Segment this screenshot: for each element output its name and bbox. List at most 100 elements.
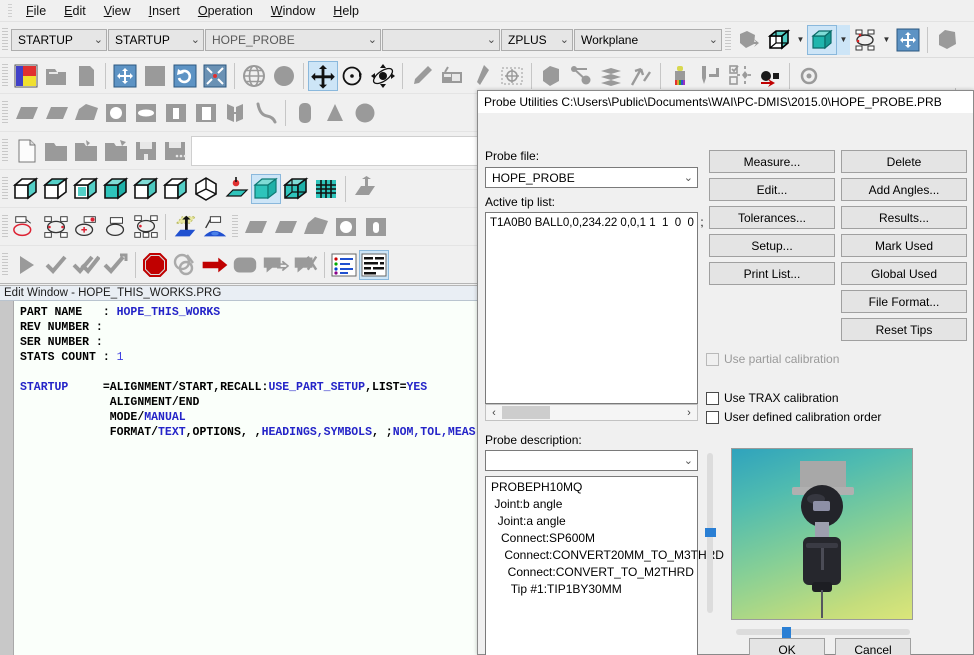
- polygon-shape-icon[interactable]: [932, 25, 962, 55]
- toolbar-grip-4[interactable]: [2, 176, 8, 201]
- save-all-icon[interactable]: [161, 136, 191, 166]
- refresh-view-icon[interactable]: [170, 61, 200, 91]
- new-file-icon[interactable]: [11, 136, 41, 166]
- alignment2-combo[interactable]: STARTUP ⌄: [108, 28, 204, 51]
- curve-feature-icon[interactable]: [251, 98, 281, 128]
- file-format-button[interactable]: File Format...: [841, 290, 967, 313]
- blank-page-icon[interactable]: [71, 61, 101, 91]
- wireframe-cube-dropdown[interactable]: ▼: [794, 25, 807, 55]
- shape-parallelogram-a-icon[interactable]: [241, 212, 271, 242]
- square-view-icon[interactable]: [140, 61, 170, 91]
- command-list-icon[interactable]: [329, 250, 359, 280]
- rotate-tool-icon[interactable]: [338, 61, 368, 91]
- feature-points-icon[interactable]: [850, 25, 880, 55]
- rounded-rect-icon[interactable]: [230, 250, 260, 280]
- mark-used-button[interactable]: Mark Used: [841, 234, 967, 257]
- target-box-icon[interactable]: [497, 61, 527, 91]
- checkbox-box[interactable]: [706, 410, 719, 424]
- check-double-icon[interactable]: [71, 250, 101, 280]
- comment-out-icon[interactable]: [260, 250, 290, 280]
- run-program-icon[interactable]: [11, 250, 41, 280]
- save-as-icon[interactable]: [71, 136, 101, 166]
- point-square-icon[interactable]: [755, 61, 785, 91]
- probe-description-dropdown[interactable]: ⌄: [485, 450, 698, 471]
- rotate-horizontal-thumb[interactable]: [782, 627, 791, 638]
- active-tip-list[interactable]: T1A0B0 BALL0,0,234.22 0,0,1 1 1 0 0 ;: [485, 212, 704, 404]
- ok-button[interactable]: OK: [749, 638, 825, 655]
- sphere-icon[interactable]: [269, 61, 299, 91]
- toolbar-grip-2[interactable]: [2, 100, 8, 125]
- probe-3d-preview[interactable]: [731, 448, 913, 620]
- hscroll-thumb[interactable]: [502, 406, 550, 419]
- zoom-to-fit-icon[interactable]: [200, 61, 230, 91]
- probe-file-dropdown[interactable]: HOPE_PROBE ⌄: [485, 167, 698, 188]
- edit-window-report-icon[interactable]: [359, 249, 389, 280]
- active-tip-list-item[interactable]: T1A0B0 BALL0,0,234.22 0,0,1 1 1 0 0 ;: [486, 213, 704, 233]
- toolbar-grip-1[interactable]: [2, 63, 8, 88]
- plane-vector-blue-icon[interactable]: [170, 212, 200, 242]
- global-used-button[interactable]: Global Used: [841, 262, 967, 285]
- reset-tips-button[interactable]: Reset Tips: [841, 318, 967, 341]
- toolbar-grip-5[interactable]: [2, 214, 8, 239]
- shape-circle-plate-icon[interactable]: [331, 212, 361, 242]
- ellipse-plus-icon[interactable]: [71, 212, 101, 242]
- zoom-vertical-thumb[interactable]: [705, 528, 716, 537]
- wireframe-cube-icon[interactable]: [764, 25, 794, 55]
- rotate-horizontal-slider[interactable]: [736, 629, 910, 635]
- toolbar-grip-5b[interactable]: [232, 214, 238, 239]
- probe-description-list[interactable]: PROBEPH10MQ Joint:b angle Joint:a angle …: [485, 476, 724, 655]
- parallelogram-feature-icon[interactable]: [41, 98, 71, 128]
- open-program-icon[interactable]: [41, 61, 71, 91]
- caliper-icon[interactable]: [695, 61, 725, 91]
- shape-slot-plate-icon[interactable]: [361, 212, 391, 242]
- view-iso2-icon[interactable]: [41, 174, 71, 204]
- workplane-combo[interactable]: Workplane ⌄: [574, 28, 722, 51]
- view-top-icon[interactable]: [131, 174, 161, 204]
- tolerances-button[interactable]: Tolerances...: [709, 206, 835, 229]
- plane-probe-blue-icon[interactable]: [200, 212, 230, 242]
- menu-window[interactable]: Window: [262, 2, 324, 20]
- circle-in-plane-icon[interactable]: [101, 98, 131, 128]
- view-shaded-solid-icon[interactable]: [251, 173, 281, 204]
- view-wireframe-icon[interactable]: [161, 174, 191, 204]
- check-single-icon[interactable]: [41, 250, 71, 280]
- edit-button[interactable]: Edit...: [709, 178, 835, 201]
- user-defined-calibration-order-checkbox[interactable]: User defined calibration order: [706, 410, 881, 424]
- axis-combo[interactable]: ZPLUS ⌄: [501, 28, 573, 51]
- measure-button[interactable]: Measure...: [709, 150, 835, 173]
- print-list-button[interactable]: Print List...: [709, 262, 835, 285]
- slot-vertical-icon[interactable]: [161, 98, 191, 128]
- add-angles-button[interactable]: Add Angles...: [841, 178, 967, 201]
- toolbar-grip-6[interactable]: [2, 252, 8, 277]
- layers-icon[interactable]: [596, 61, 626, 91]
- delete-button[interactable]: Delete: [841, 150, 967, 173]
- solid-cube-icon[interactable]: [807, 24, 837, 55]
- view-iso3-icon[interactable]: [71, 174, 101, 204]
- view-solid-front-icon[interactable]: [101, 174, 131, 204]
- pan-tool-icon[interactable]: [308, 60, 338, 91]
- menu-insert[interactable]: Insert: [140, 2, 189, 20]
- cylinder-feature-icon[interactable]: [290, 98, 320, 128]
- extrude-up-icon[interactable]: [350, 174, 380, 204]
- new-program-icon[interactable]: [11, 61, 41, 91]
- bent-surface-icon[interactable]: [221, 98, 251, 128]
- scroll-left-icon[interactable]: ‹: [486, 407, 502, 419]
- ellipse-in-plane-icon[interactable]: [131, 98, 161, 128]
- cancel-button[interactable]: Cancel: [835, 638, 911, 655]
- move-view-icon[interactable]: [110, 61, 140, 91]
- save-icon[interactable]: [131, 136, 161, 166]
- mesh-grid-icon[interactable]: [311, 174, 341, 204]
- solid-polygon-icon[interactable]: [536, 61, 566, 91]
- sphere-feature-icon[interactable]: [350, 98, 380, 128]
- alignment-combo[interactable]: STARTUP ⌄: [11, 28, 107, 51]
- combo-toolbar-grip[interactable]: [2, 27, 8, 52]
- ellipse-multinode-icon[interactable]: [131, 212, 161, 242]
- rectangle-slot-icon[interactable]: [191, 98, 221, 128]
- rotate-part-icon[interactable]: [734, 25, 764, 55]
- surface-feature-icon[interactable]: [71, 98, 101, 128]
- probe-tool-icon[interactable]: [407, 61, 437, 91]
- edit-window-body[interactable]: PART NAME : HOPE_THIS_WORKS REV NUMBER :…: [0, 301, 487, 655]
- open-file-icon[interactable]: [41, 136, 71, 166]
- clear-marks-icon[interactable]: [170, 250, 200, 280]
- checklist-move-icon[interactable]: [725, 61, 755, 91]
